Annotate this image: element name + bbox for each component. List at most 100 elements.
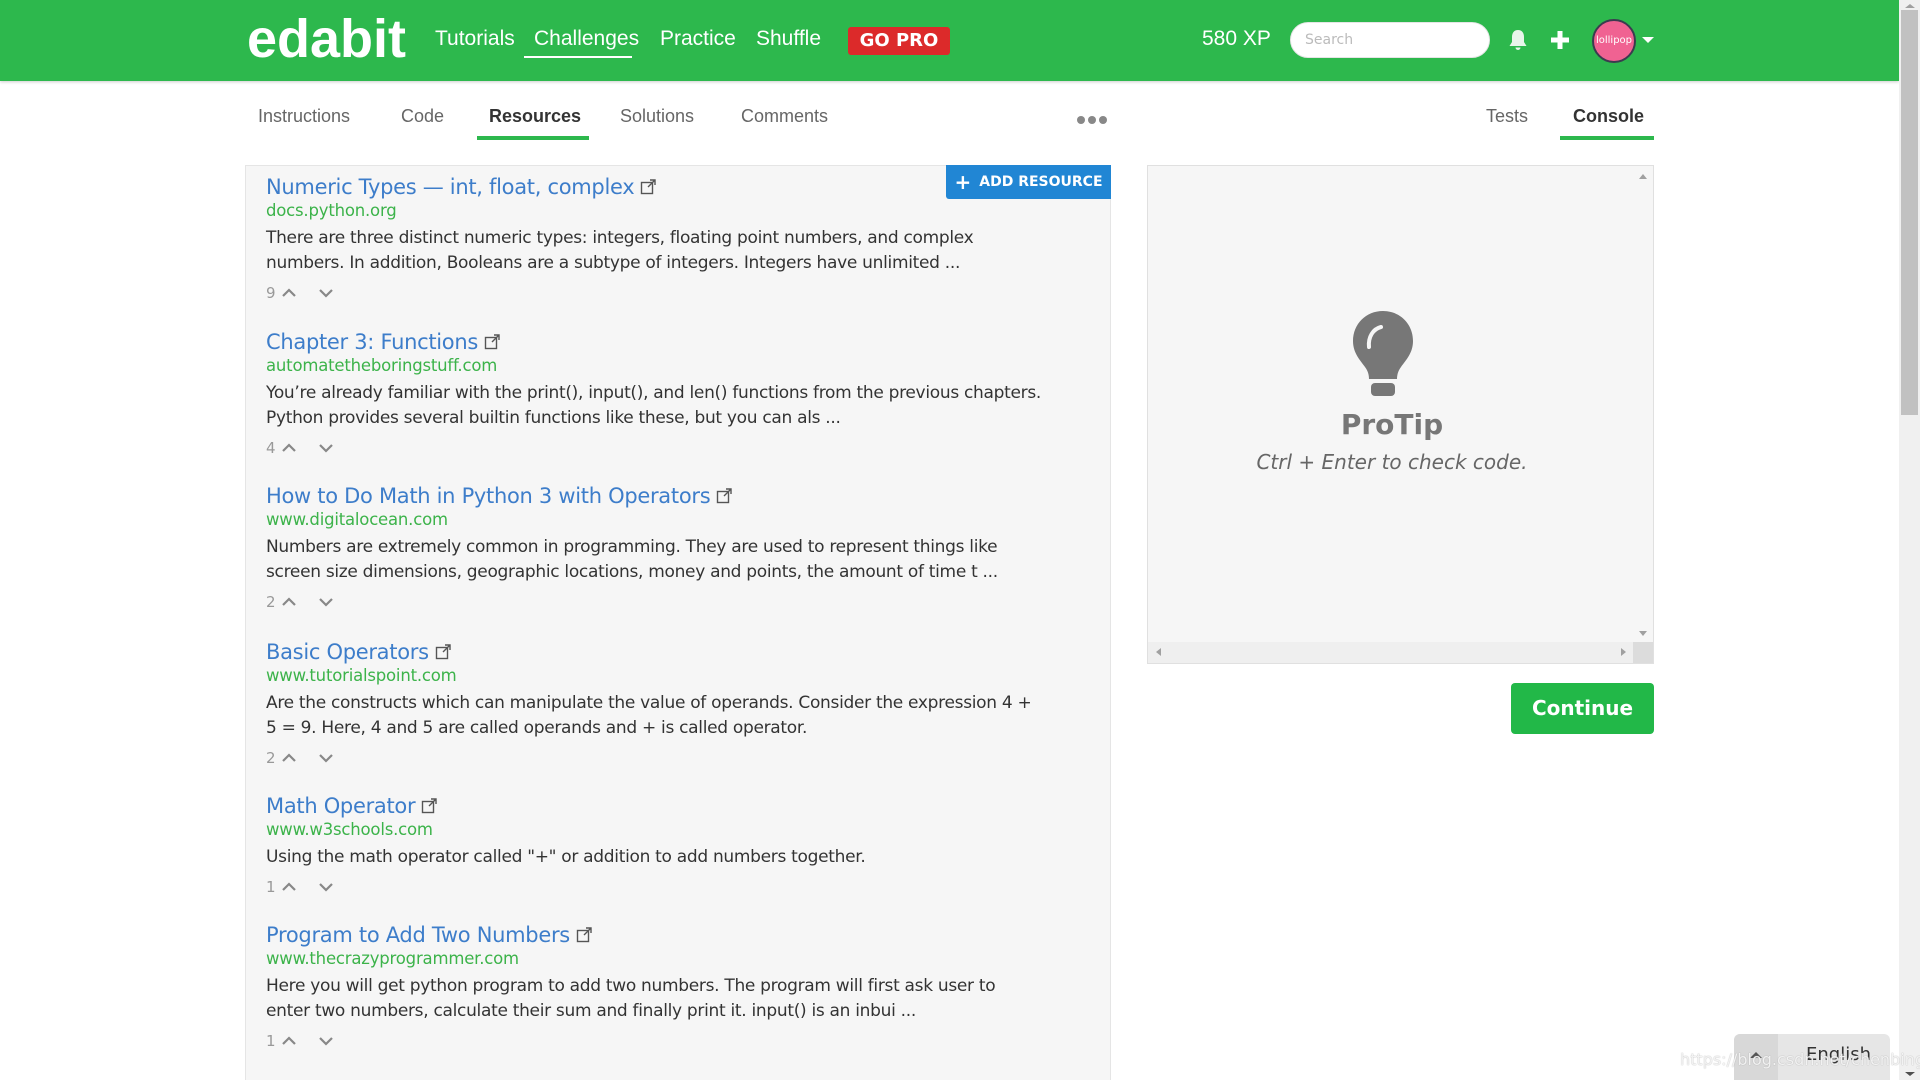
downvote-chevron-down-icon[interactable] (317, 1034, 335, 1048)
resource-votes: 1 (266, 1032, 1106, 1050)
tab-active-indicator (1560, 136, 1654, 140)
resource-votes: 2 (266, 593, 1106, 611)
vote-count: 2 (266, 593, 276, 611)
vote-count: 4 (266, 439, 276, 457)
description-line: Using the math operator called "+" or ad… (266, 847, 866, 867)
tab-solutions[interactable]: Solutions (620, 106, 694, 127)
external-link-icon[interactable] (716, 488, 733, 504)
description-line: Are the constructs which can manipulate … (266, 693, 1032, 713)
resource-item: Chapter 3: Functions automatetheboringstu… (266, 330, 1106, 457)
resource-votes: 4 (266, 439, 1106, 457)
scroll-down-arrow-icon[interactable] (1905, 1072, 1915, 1076)
external-link-icon[interactable] (484, 334, 500, 350)
tab-resources[interactable]: Resources (489, 106, 581, 127)
resource-domain[interactable]: www.digitalocean.com (266, 510, 1106, 529)
upvote-chevron-up-icon[interactable] (280, 880, 298, 894)
description-line: Here you will get python program to add … (266, 976, 996, 996)
nav-tutorials[interactable]: Tutorials (435, 27, 515, 51)
description-line: You’re already familiar with the print()… (266, 383, 1041, 403)
resource-domain[interactable]: www.tutorialspoint.com (266, 666, 1106, 685)
xp-counter: 580 XP (1202, 27, 1271, 50)
external-link-icon[interactable] (576, 927, 592, 943)
nav-active-indicator (524, 56, 632, 58)
resource-item: Numeric Types — int, float, complex docs.… (266, 175, 1106, 302)
continue-button[interactable]: Continue (1511, 683, 1654, 734)
console-vertical-scrollbar[interactable] (1633, 166, 1653, 644)
vote-count: 1 (266, 878, 276, 896)
search-input[interactable] (1290, 22, 1490, 58)
resource-votes: 9 (266, 284, 1106, 302)
resource-title-link[interactable]: Math Operator (266, 794, 416, 818)
resource-votes: 2 (266, 749, 1106, 767)
resource-title-link[interactable]: Numeric Types — int, float, complex (266, 175, 635, 199)
lightbulb-icon (1351, 309, 1415, 401)
user-avatar[interactable]: lollipop (1592, 19, 1636, 63)
vote-count: 2 (266, 749, 276, 767)
description-line: 5 = 9. Here, 4 and 5 are called operands… (266, 718, 808, 738)
resource-title-link[interactable]: Basic Operators (266, 640, 429, 664)
upvote-chevron-up-icon[interactable] (280, 751, 298, 765)
nav-practice[interactable]: Practice (660, 27, 736, 51)
resource-title-row: Numeric Types — int, float, complex (266, 175, 1106, 199)
downvote-chevron-down-icon[interactable] (317, 286, 335, 300)
tab-active-indicator (477, 136, 589, 140)
scroll-right-arrow-icon[interactable] (1621, 648, 1626, 656)
resource-domain[interactable]: www.w3schools.com (266, 820, 1106, 839)
more-horizontal-icon[interactable] (1077, 113, 1107, 127)
description-line: numbers. In addition, Booleans are a sub… (266, 253, 961, 273)
upvote-chevron-up-icon[interactable] (280, 441, 298, 455)
resource-item: Program to Add Two Numbers www.thecrazypr… (266, 923, 1106, 1050)
downvote-chevron-down-icon[interactable] (317, 880, 335, 894)
downvote-chevron-down-icon[interactable] (317, 751, 335, 765)
tab-tests[interactable]: Tests (1486, 106, 1528, 127)
tab-console[interactable]: Console (1573, 106, 1644, 127)
description-line: Python provides several builtin function… (266, 408, 841, 428)
scroll-up-arrow-icon[interactable] (1905, 4, 1915, 8)
description-line: enter two numbers, calculate their sum a… (266, 1001, 916, 1021)
vote-count: 1 (266, 1032, 276, 1050)
resource-title-row: Basic Operators (266, 640, 1106, 664)
downvote-chevron-down-icon[interactable] (317, 595, 335, 609)
description-line: Numbers are extremely common in programm… (266, 537, 998, 557)
tab-code[interactable]: Code (401, 106, 444, 127)
resource-title-row: How to Do Math in Python 3 with Operator… (266, 484, 1106, 508)
resource-title-link[interactable]: How to Do Math in Python 3 with Operator… (266, 484, 711, 508)
resource-domain[interactable]: www.thecrazyprogrammer.com (266, 949, 1106, 968)
plus-icon[interactable] (1551, 31, 1569, 53)
caret-down-icon[interactable] (1642, 37, 1654, 43)
resource-domain[interactable]: docs.python.org (266, 201, 1106, 220)
resource-title-link[interactable]: Chapter 3: Functions (266, 330, 478, 354)
resource-description: There are three distinct numeric types: … (266, 226, 1106, 276)
resource-title-link[interactable]: Program to Add Two Numbers (266, 923, 570, 947)
external-link-icon[interactable] (640, 179, 657, 195)
scroll-down-arrow-icon[interactable] (1639, 631, 1647, 636)
scroll-left-arrow-icon[interactable] (1156, 648, 1161, 656)
description-line: screen size dimensions, geographic locat… (266, 562, 998, 582)
resource-item: How to Do Math in Python 3 with Operator… (266, 484, 1106, 611)
downvote-chevron-down-icon[interactable] (317, 441, 335, 455)
resource-item: Basic Operators www.tutorialspoint.com Are… (266, 640, 1106, 767)
edabit-logo[interactable]: edabit (247, 8, 406, 70)
tab-instructions[interactable]: Instructions (258, 106, 350, 127)
tab-comments[interactable]: Comments (741, 106, 828, 127)
watermark: https://blog.csdn.net/chenbingcai (1680, 1050, 1920, 1069)
resource-title-row: Program to Add Two Numbers (266, 923, 1106, 947)
nav-shuffle[interactable]: Shuffle (756, 27, 821, 51)
description-line: There are three distinct numeric types: … (266, 228, 974, 248)
nav-challenges[interactable]: Challenges (534, 27, 639, 51)
resource-description: Are the constructs which can manipulate … (266, 691, 1106, 741)
protip-text: Ctrl + Enter to check code. (1256, 450, 1528, 474)
resource-votes: 1 (266, 878, 1106, 896)
upvote-chevron-up-icon[interactable] (280, 286, 298, 300)
console-horizontal-scrollbar[interactable] (1148, 642, 1634, 663)
bell-icon[interactable] (1508, 29, 1528, 55)
external-link-icon[interactable] (421, 798, 438, 814)
page-scrollbar[interactable] (1899, 0, 1920, 1080)
scroll-up-arrow-icon[interactable] (1639, 174, 1647, 179)
go-pro-button[interactable]: GO PRO (848, 27, 950, 55)
upvote-chevron-up-icon[interactable] (280, 595, 298, 609)
upvote-chevron-up-icon[interactable] (280, 1034, 298, 1048)
external-link-icon[interactable] (435, 644, 451, 660)
resource-domain[interactable]: automatetheboringstuff.com (266, 356, 1106, 375)
page-scrollbar-thumb[interactable] (1901, 10, 1918, 415)
